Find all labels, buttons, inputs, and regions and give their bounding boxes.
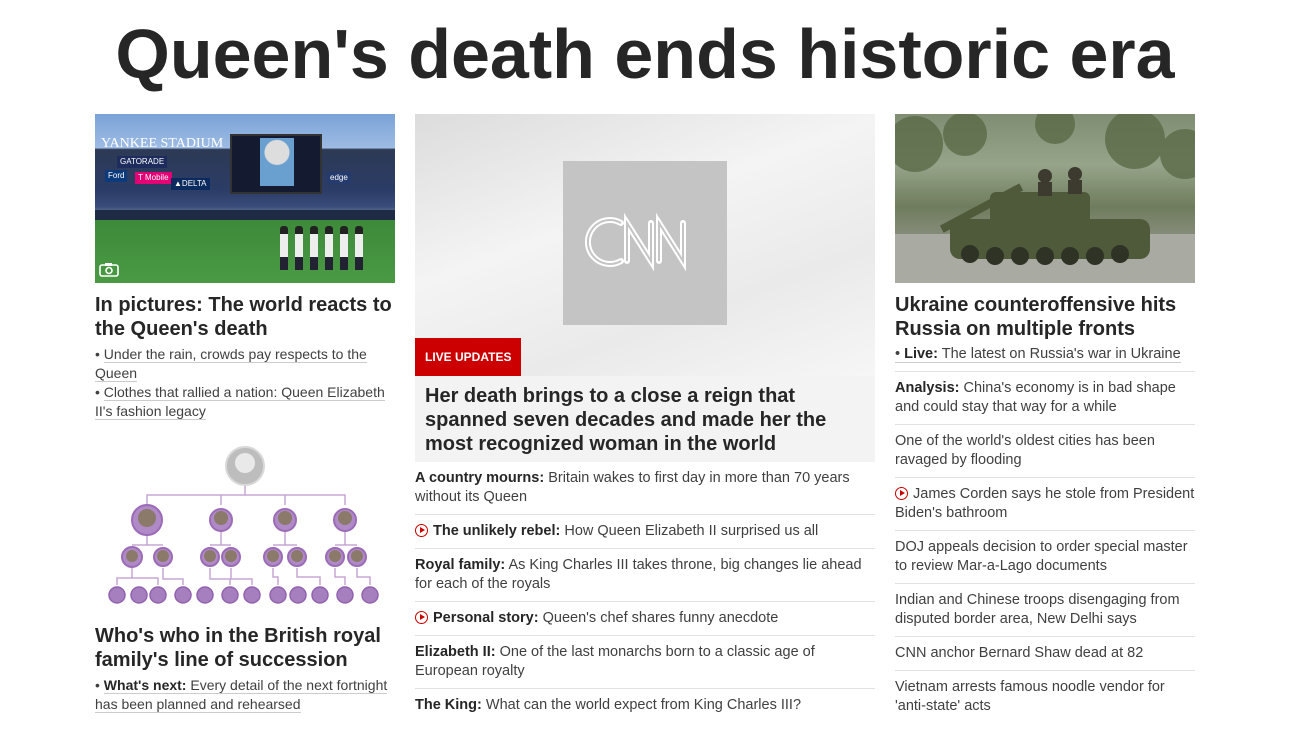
ad-gatorade: GATORADE (117, 156, 168, 168)
story-link[interactable]: The unlikely rebel: How Queen Elizabeth … (415, 515, 875, 549)
ad-ford: Ford (105, 170, 128, 182)
story-text: What can the world expect from King Char… (485, 697, 802, 713)
video-board (230, 134, 322, 194)
story-link[interactable]: One of the world's oldest cities has bee… (895, 425, 1195, 478)
left-column: YANKEE STADIUM GATORADE T Mobile ▲DELTA … (95, 114, 395, 714)
story-link[interactable]: Analysis: China's economy is in bad shap… (895, 372, 1195, 425)
middle-column: LIVE UPDATES Her death brings to a close… (415, 114, 875, 722)
story-text: CNN anchor Bernard Shaw dead at 82 (895, 645, 1144, 661)
related-link[interactable]: • Under the rain, crowds pay respects to… (95, 345, 395, 383)
stadium-photo[interactable]: YANKEE STADIUM GATORADE T Mobile ▲DELTA … (95, 114, 395, 283)
lead-story-list: A country mourns: Britain wakes to first… (415, 462, 875, 722)
story-text: DOJ appeals decision to order special ma… (895, 539, 1188, 574)
story-link[interactable]: Personal story: Queen's chef shares funn… (415, 602, 875, 636)
camera-icon (99, 263, 119, 277)
play-video-icon (415, 611, 428, 624)
story-label: Personal story: (433, 610, 539, 626)
play-video-icon (415, 524, 428, 537)
ad-delta: ▲DELTA (171, 178, 210, 190)
story-link[interactable]: Elizabeth II: One of the last monarchs b… (415, 636, 875, 689)
related-link[interactable]: • Clothes that rallied a nation: Queen E… (95, 383, 395, 421)
story-label: Elizabeth II: (415, 644, 496, 660)
story-title-ukraine[interactable]: Ukraine counteroffensive hits Russia on … (895, 293, 1195, 341)
story-link[interactable]: A country mourns: Britain wakes to first… (415, 462, 875, 515)
story-link[interactable]: Vietnam arrests famous noodle vendor for… (895, 671, 1195, 723)
story-text: Queen's chef shares funny anecdote (542, 610, 779, 626)
story-text: Indian and Chinese troops disengaging fr… (895, 592, 1180, 627)
page-headline[interactable]: Queen's death ends historic era (0, 14, 1290, 94)
story-title-line-of-succession[interactable]: Who's who in the British royal family's … (95, 624, 395, 672)
story-text: One of the world's oldest cities has bee… (895, 433, 1155, 468)
live-updates-badge[interactable]: LIVE UPDATES (415, 338, 522, 376)
right-column: Ukraine counteroffensive hits Russia on … (895, 114, 1195, 723)
players (280, 226, 380, 274)
related-link-whats-next[interactable]: • What's next: Every detail of the next … (95, 676, 395, 714)
lead-story-title[interactable]: Her death brings to a close a reign that… (415, 376, 875, 462)
story-link[interactable]: Royal family: As King Charles III takes … (415, 549, 875, 602)
related-links: • Under the rain, crowds pay respects to… (95, 345, 395, 421)
story-link[interactable]: CNN anchor Bernard Shaw dead at 82 (895, 637, 1195, 671)
ad-tmobile: T Mobile (135, 172, 172, 184)
story-text: How Queen Elizabeth II surprised us all (564, 523, 819, 539)
story-text: James Corden says he stole from Presiden… (895, 486, 1195, 521)
cnn-placeholder-image[interactable]: LIVE UPDATES (415, 114, 875, 376)
story-label: A country mourns: (415, 470, 545, 486)
cnn-logo (563, 161, 727, 325)
stadium-sign: YANKEE STADIUM (101, 136, 224, 151)
story-title-world-reacts[interactable]: In pictures: The world reacts to the Que… (95, 293, 395, 341)
story-label: Analysis: (895, 380, 960, 396)
live-link[interactable]: • Live: The latest on Russia's war in Uk… (895, 341, 1195, 372)
ad-edge: edge (327, 172, 351, 184)
tank-photo[interactable] (895, 114, 1195, 283)
related-links: • What's next: Every detail of the next … (95, 676, 395, 714)
story-label: The King: (415, 697, 482, 713)
story-label: Royal family: (415, 557, 506, 573)
story-link[interactable]: The King: What can the world expect from… (415, 689, 875, 722)
story-label: The unlikely rebel: (433, 523, 561, 539)
story-text: Vietnam arrests famous noodle vendor for… (895, 679, 1165, 714)
play-video-icon (895, 487, 908, 500)
story-link[interactable]: DOJ appeals decision to order special ma… (895, 531, 1195, 584)
right-story-list: Analysis: China's economy is in bad shap… (895, 372, 1195, 723)
story-link[interactable]: Indian and Chinese troops disengaging fr… (895, 584, 1195, 637)
royal-family-tree-graphic[interactable] (95, 443, 395, 613)
story-link[interactable]: James Corden says he stole from Presiden… (895, 478, 1195, 531)
